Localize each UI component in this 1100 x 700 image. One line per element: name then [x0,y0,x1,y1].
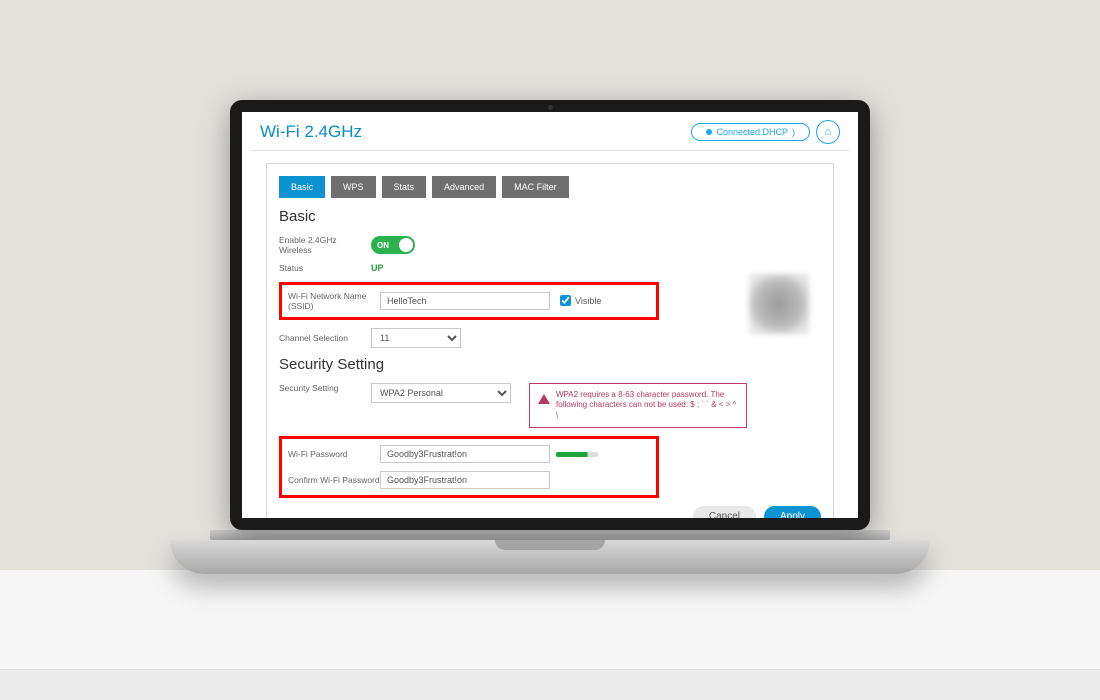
confirm-password-input[interactable] [380,471,550,489]
connection-status-text: Connected DHCP [716,127,788,137]
ssid-visible-label: Visible [575,296,601,306]
password-highlight-box: Wi-Fi Password Confirm Wi-Fi Password [279,436,659,498]
enable-wireless-toggle[interactable]: ON [371,236,415,254]
tab-advanced[interactable]: Advanced [432,176,496,198]
page-header: Wi-Fi 2.4GHz Connected DHCP ) ⌂ [250,118,850,151]
settings-panel: Basic WPS Stats Advanced MAC Filter Basi… [266,163,834,518]
wifi-password-label: Wi-Fi Password [288,449,380,459]
channel-selection-label: Channel Selection [279,333,371,343]
status-dot-icon [706,129,712,135]
page-title: Wi-Fi 2.4GHz [260,122,362,142]
warning-triangle-icon [538,388,550,404]
tab-bar: Basic WPS Stats Advanced MAC Filter [279,176,821,198]
blurred-graphic [749,274,809,334]
security-setting-label: Security Setting [279,383,371,393]
screen-bezel: Wi-Fi 2.4GHz Connected DHCP ) ⌂ [230,100,870,530]
password-strength-meter [556,452,598,457]
laptop-notch [495,540,605,550]
tab-stats[interactable]: Stats [382,176,427,198]
screen: Wi-Fi 2.4GHz Connected DHCP ) ⌂ [242,112,858,518]
tab-basic[interactable]: Basic [279,176,325,198]
home-icon: ⌂ [825,126,832,138]
security-section-heading: Security Setting [279,356,821,373]
channel-select[interactable]: 11 [371,328,461,348]
security-setting-select[interactable]: WPA2 Personal [371,383,511,403]
wifi-password-input[interactable] [380,445,550,463]
password-requirements-warning: WPA2 requires a 8-63 character password.… [529,383,747,428]
status-value: UP [371,263,384,273]
camera-dot [548,105,553,110]
enable-wireless-label: Enable 2.4GHz Wireless [279,235,371,255]
laptop-frame: Wi-Fi 2.4GHz Connected DHCP ) ⌂ [230,100,870,574]
laptop-hinge [210,530,890,540]
toggle-on-text: ON [377,241,389,250]
laptop-base [170,540,930,574]
ssid-input[interactable] [380,292,550,310]
ssid-visible-checkbox[interactable] [560,295,571,306]
connection-status-pill[interactable]: Connected DHCP ) [691,123,810,141]
tab-mac-filter[interactable]: MAC Filter [502,176,569,198]
apply-button[interactable]: Apply [764,506,821,518]
status-label: Status [279,263,371,273]
tab-wps[interactable]: WPS [331,176,376,198]
warning-text: WPA2 requires a 8-63 character password.… [556,390,738,421]
cancel-button[interactable]: Cancel [693,506,756,518]
pill-close-paren: ) [792,127,795,137]
basic-section-heading: Basic [279,208,821,225]
confirm-password-label: Confirm Wi-Fi Password [288,475,380,485]
toggle-knob-icon [399,238,413,252]
action-buttons: Cancel Apply [279,506,821,518]
ssid-highlight-box: Wi-Fi Network Name (SSID) Visible [279,282,659,320]
home-button[interactable]: ⌂ [816,120,840,144]
router-admin-page: Wi-Fi 2.4GHz Connected DHCP ) ⌂ [242,112,858,518]
ssid-label: Wi-Fi Network Name (SSID) [288,291,380,311]
